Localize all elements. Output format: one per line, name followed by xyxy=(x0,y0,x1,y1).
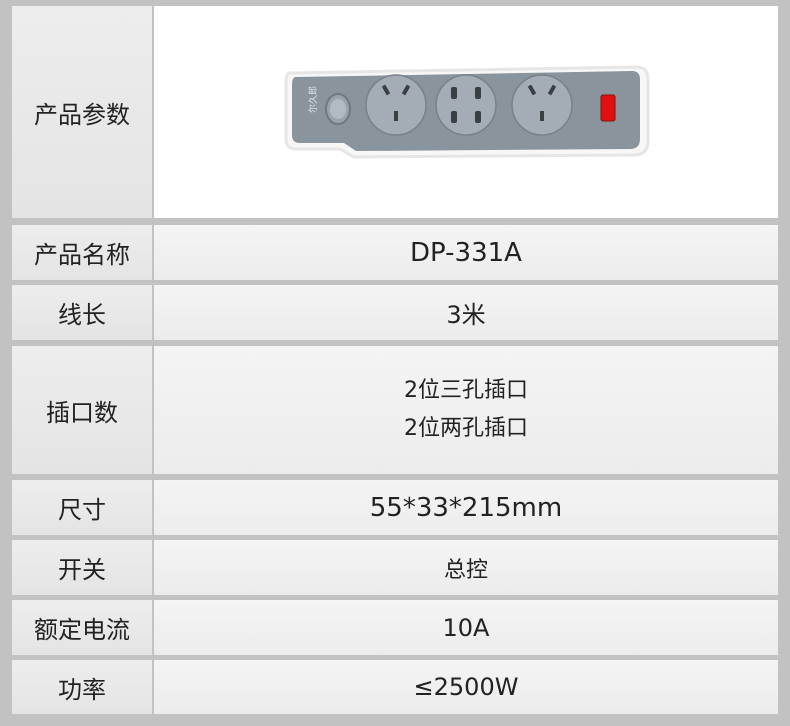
power-switch xyxy=(325,93,351,125)
row-label: 产品参数 xyxy=(12,6,152,218)
power-strip-image: 尔久郎 xyxy=(284,65,650,159)
row-label: 插口数 xyxy=(12,346,152,474)
spec-row-rated-current: 额定电流 10A xyxy=(0,600,790,655)
row-value: ≤2500W xyxy=(154,660,778,714)
spec-table: 产品参数 尔久郎 产品名称 DP-331A 线长 3米 插口数 2位三孔插口 2… xyxy=(0,0,790,726)
row-label: 功率 xyxy=(12,660,152,714)
spec-row-dimensions: 尺寸 55*33*215mm xyxy=(0,480,790,535)
row-value: 2位三孔插口 2位两孔插口 xyxy=(154,346,778,474)
brand-label: 尔久郎 xyxy=(307,86,319,113)
row-label: 产品名称 xyxy=(12,225,152,280)
spec-row-parameters: 产品参数 尔久郎 xyxy=(0,6,790,218)
spec-row-product-name: 产品名称 DP-331A xyxy=(0,225,790,280)
row-value: 总控 xyxy=(154,540,778,595)
spec-row-power: 功率 ≤2500W xyxy=(0,660,790,714)
three-hole-outlet-1 xyxy=(365,74,427,136)
row-label: 开关 xyxy=(12,540,152,595)
spec-row-cable-length: 线长 3米 xyxy=(0,285,790,340)
row-label: 线长 xyxy=(12,285,152,340)
two-hole-outlet xyxy=(435,74,497,136)
spec-row-outlets: 插口数 2位三孔插口 2位两孔插口 xyxy=(0,346,790,474)
three-hole-outlet-2 xyxy=(511,74,573,136)
value-line: 2位三孔插口 xyxy=(404,378,528,403)
row-value: 55*33*215mm xyxy=(154,480,778,535)
product-image-cell: 尔久郎 xyxy=(154,6,778,218)
value-line: 2位两孔插口 xyxy=(404,416,528,441)
row-value: 10A xyxy=(154,600,778,655)
row-value: 3米 xyxy=(154,285,778,340)
row-label: 尺寸 xyxy=(12,480,152,535)
row-label: 额定电流 xyxy=(12,600,152,655)
row-value: DP-331A xyxy=(154,225,778,280)
indicator-light xyxy=(600,94,616,122)
spec-row-switch: 开关 总控 xyxy=(0,540,790,595)
